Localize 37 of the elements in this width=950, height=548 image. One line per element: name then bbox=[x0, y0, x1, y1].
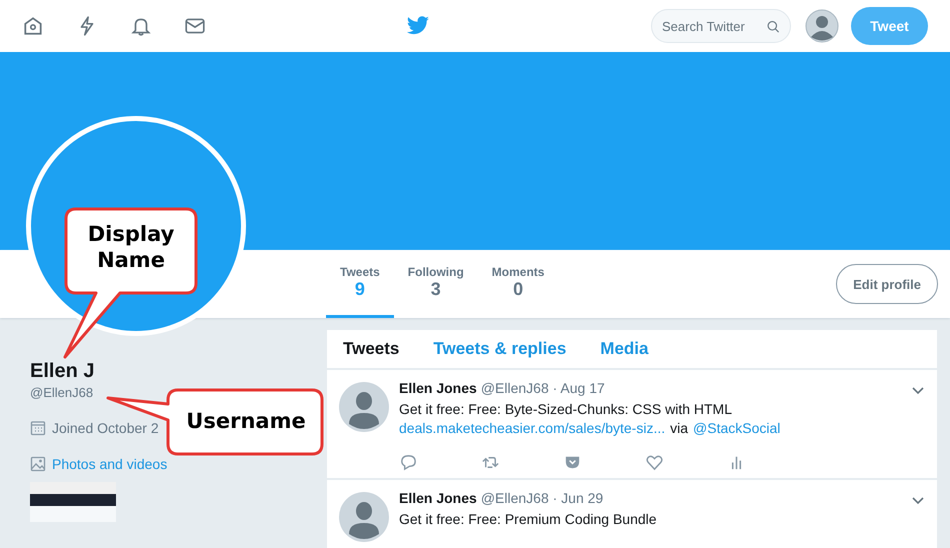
stat-tab[interactable]: Following 3 bbox=[394, 250, 478, 318]
tweet-meta: @EllenJ68 · Aug 17 bbox=[480, 380, 605, 396]
search-input[interactable]: Search Twitter bbox=[662, 18, 762, 34]
timeline-tab[interactable]: Tweets bbox=[343, 339, 400, 359]
bird-logo-icon[interactable] bbox=[406, 16, 430, 36]
home-icon[interactable] bbox=[22, 15, 44, 37]
search-field[interactable]: Search Twitter bbox=[651, 9, 791, 43]
stat-tab[interactable]: Tweets 9 bbox=[326, 250, 394, 318]
tweet-link[interactable]: deals.maketecheasier.com/sales/byte-siz... bbox=[399, 420, 666, 436]
tweet-text: Get it free: Free: Premium Coding Bundle bbox=[399, 511, 658, 527]
avatar-icon[interactable] bbox=[805, 9, 839, 43]
timeline-tab[interactable]: Media bbox=[600, 339, 648, 359]
edit-profile-button[interactable]: Edit profile bbox=[836, 264, 938, 304]
author-name[interactable]: Ellen Jones bbox=[399, 490, 477, 506]
joined-date: Joined October 2 bbox=[52, 420, 159, 436]
chevron-down-icon[interactable] bbox=[911, 496, 925, 506]
callout-label: Username bbox=[185, 408, 307, 434]
stat-tab[interactable]: Moments 0 bbox=[478, 250, 558, 318]
callout-label: Display Name bbox=[86, 221, 176, 274]
display-name: Ellen J bbox=[30, 360, 94, 383]
chevron-down-icon[interactable] bbox=[911, 386, 925, 396]
mention-link[interactable]: @StackSocial bbox=[693, 420, 780, 436]
avatar-icon[interactable] bbox=[339, 492, 389, 542]
photo-thumbnail[interactable] bbox=[30, 482, 116, 522]
photos-and-videos-link[interactable]: Photos and videos bbox=[52, 456, 168, 472]
heart-icon[interactable] bbox=[645, 453, 664, 472]
via-text: via bbox=[670, 420, 688, 436]
tweet-meta: @EllenJ68 · Jun 29 bbox=[480, 490, 604, 506]
tweet-text: Get it free: Free: Byte-Sized-Chunks: CSS with HTML bbox=[399, 401, 733, 417]
reply-icon[interactable] bbox=[399, 453, 418, 472]
username: @EllenJ68 bbox=[30, 385, 94, 400]
image-icon bbox=[30, 456, 46, 472]
timeline-tab[interactable]: Tweets & replies bbox=[433, 339, 566, 359]
tweet-button[interactable]: Tweet bbox=[851, 7, 928, 45]
avatar-icon[interactable] bbox=[339, 382, 389, 432]
calendar-icon bbox=[30, 420, 46, 436]
author-name[interactable]: Ellen Jones bbox=[399, 380, 477, 396]
